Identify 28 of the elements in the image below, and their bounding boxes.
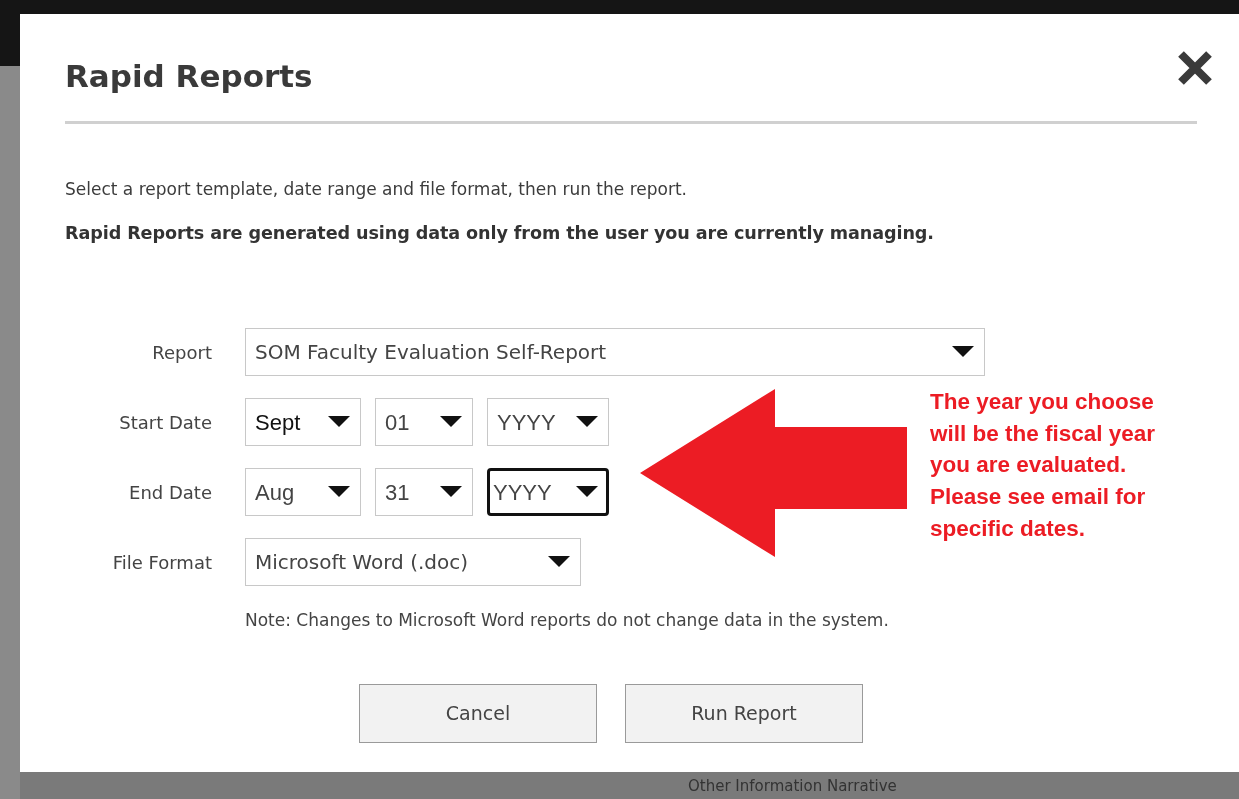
date-dropdown[interactable]: YYYY <box>487 468 609 517</box>
caret-icon <box>576 416 598 429</box>
field-label: File Format <box>111 550 212 575</box>
caret-icon <box>328 486 350 499</box>
notice-text: Rapid Reports are generated using data only from the user you are currently managing. <box>65 221 935 245</box>
instruction-text: Select a report template, date range and file format, then run the report. <box>65 178 688 202</box>
caret-icon <box>440 486 462 499</box>
run-report-button[interactable]: Run Report <box>625 683 863 743</box>
date-dropdown[interactable]: Aug <box>245 468 361 517</box>
date-dropdown[interactable]: Sept <box>245 398 361 447</box>
date-dropdown[interactable]: 01 <box>375 398 473 447</box>
dropdown[interactable]: SOM Faculty Evaluation Self-Report <box>245 328 985 377</box>
caret-icon <box>576 486 598 499</box>
caret-icon <box>440 416 462 429</box>
field-label: Report <box>151 340 212 365</box>
caret-icon <box>952 346 974 359</box>
background-heading: Other Information Narrative <box>688 776 897 796</box>
note-text: Note: Changes to Microsoft Word reports do not change data in the system. <box>245 609 890 633</box>
caret-icon <box>328 416 350 429</box>
field-label: Start Date <box>118 410 212 435</box>
cancel-button[interactable]: Cancel <box>359 683 597 743</box>
caret-icon <box>548 556 570 569</box>
date-dropdown[interactable]: YYYY <box>487 398 609 447</box>
dialog-title: Rapid Reports <box>65 58 314 96</box>
annotation-text: The year you choose will be the fiscal year you are evaluated. Please see email for specific dates. <box>930 388 1157 543</box>
dropdown[interactable]: Microsoft Word (.doc) <box>245 538 581 587</box>
field-label: End Date <box>128 480 212 505</box>
date-dropdown[interactable]: 31 <box>375 468 473 517</box>
